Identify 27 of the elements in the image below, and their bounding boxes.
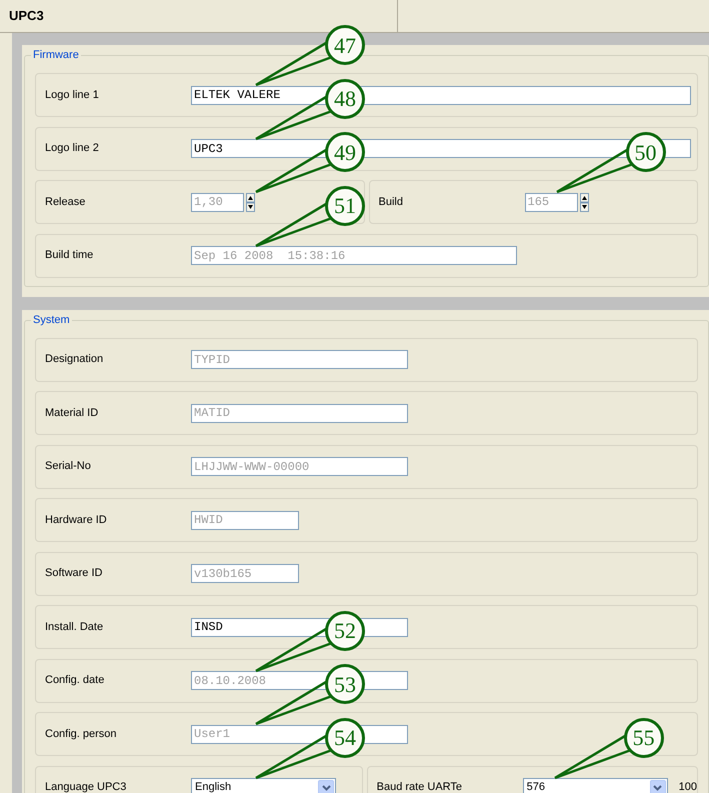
field-label: Serial-No	[45, 459, 92, 474]
field-label: Software ID	[45, 566, 104, 582]
group-title: System	[31, 312, 72, 326]
callout-tooltip: 48	[325, 78, 365, 118]
field-label: Logo line 2	[45, 141, 100, 156]
field-label: Build	[378, 194, 404, 210]
field-label: Hardware ID	[45, 512, 108, 528]
callout-tooltip: 47	[325, 25, 365, 65]
field-label: Release	[45, 194, 86, 210]
callout-tooltip: 52	[325, 610, 365, 650]
field-label: Build time	[45, 248, 94, 264]
field-label: Designation	[45, 352, 104, 368]
callout-tooltip: 50	[626, 132, 666, 172]
field-label: Material ID	[45, 406, 100, 421]
field-label: Config. person	[45, 726, 118, 742]
unit-label: 100	[678, 780, 697, 793]
callout-tooltip: 49	[325, 132, 365, 172]
field-label: Language UPC3	[45, 780, 128, 793]
callout-tooltip: 53	[325, 664, 365, 704]
callout-tooltip: 51	[325, 186, 365, 226]
callout-tooltip: 55	[624, 718, 664, 758]
callout-tooltip: 54	[325, 718, 365, 758]
field-label: Install. Date	[45, 620, 104, 635]
field-label: Baud rate UARTe	[376, 780, 464, 793]
field-label: Logo line 1	[45, 88, 100, 103]
window-title: UPC3	[9, 7, 44, 26]
field-label: Config. date	[45, 673, 106, 688]
